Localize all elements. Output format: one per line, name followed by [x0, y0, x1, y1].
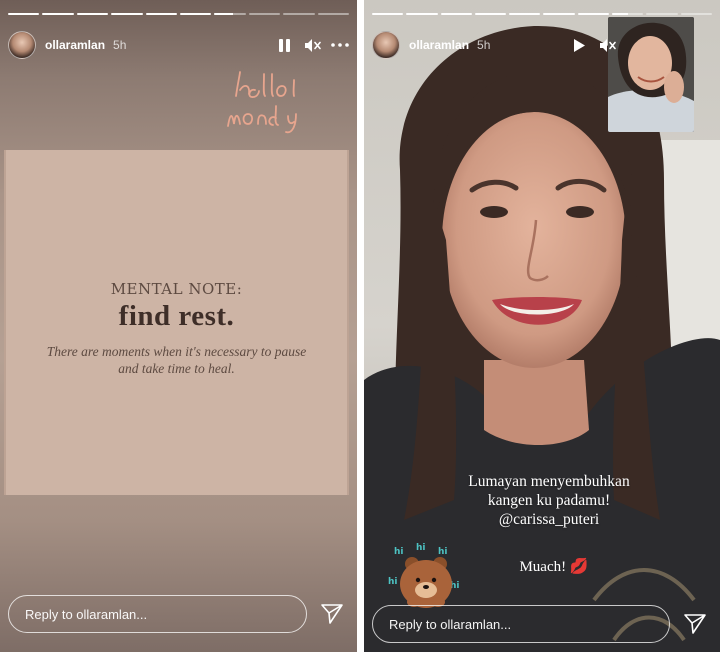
- caption-line: kangen ku padamu!: [487, 492, 611, 509]
- story-progress: [8, 13, 350, 15]
- progress-segment: [612, 13, 644, 15]
- progress-fill: [145, 13, 178, 15]
- hello-monday-sticker: [227, 71, 297, 134]
- progress-segment: [42, 13, 74, 15]
- progress-fill: [76, 13, 109, 15]
- progress-segment: [646, 13, 678, 15]
- more-icon[interactable]: [331, 36, 349, 54]
- story-controls: [570, 36, 616, 54]
- send-icon[interactable]: [315, 597, 349, 631]
- avatar[interactable]: [372, 31, 400, 59]
- mention-link[interactable]: @carissa_puteri: [499, 510, 599, 529]
- progress-segment: [543, 13, 575, 15]
- username[interactable]: ollaramlan: [409, 38, 469, 52]
- progress-fill: [372, 13, 404, 15]
- svg-text:hi: hi: [394, 547, 404, 557]
- story-caption: Lumayan menyembuhkan kangen ku padamu! @…: [424, 472, 674, 529]
- reply-input[interactable]: [372, 605, 670, 643]
- progress-fill: [509, 13, 541, 15]
- progress-segment: [214, 13, 246, 15]
- story-left[interactable]: ollaramlan 5h MENTAL NOTE: find rest. Th…: [0, 0, 357, 652]
- speaker-muted-icon[interactable]: [598, 36, 616, 54]
- svg-text:hi: hi: [388, 577, 398, 587]
- progress-segment: [76, 13, 109, 15]
- story-header: ollaramlan 5h: [372, 28, 712, 62]
- progress-fill: [440, 13, 472, 15]
- avatar[interactable]: [8, 31, 36, 59]
- card-kicker: MENTAL NOTE:: [110, 280, 243, 298]
- progress-segment: [440, 13, 472, 15]
- story-right[interactable]: ollaramlan 5h Lumayan menyembuhkan kange…: [364, 0, 720, 652]
- card-note: There are moments when it's necessary to…: [46, 344, 307, 376]
- speaker-muted-icon[interactable]: [303, 36, 321, 54]
- stories-viewer: ollaramlan 5h MENTAL NOTE: find rest. Th…: [0, 0, 720, 652]
- card-headline: find rest.: [118, 300, 235, 332]
- kiss-icon: 💋: [569, 559, 589, 575]
- story-header: ollaramlan 5h: [8, 28, 349, 62]
- reply-bar: [8, 594, 349, 634]
- progress-fill: [8, 13, 40, 15]
- progress-fill: [180, 13, 212, 15]
- progress-fill: [612, 13, 628, 15]
- progress-fill: [111, 13, 143, 15]
- progress-segment: [406, 13, 438, 15]
- progress-segment: [577, 13, 610, 15]
- muach-label: Muach!: [519, 559, 567, 575]
- post-time: 5h: [477, 38, 491, 52]
- svg-text:hi: hi: [416, 543, 426, 553]
- progress-segment: [283, 13, 315, 15]
- send-icon[interactable]: [678, 607, 712, 641]
- story-controls: [275, 36, 349, 54]
- play-icon[interactable]: [570, 36, 588, 54]
- username[interactable]: ollaramlan: [45, 38, 105, 52]
- progress-fill: [214, 13, 234, 15]
- progress-segment: [372, 13, 404, 15]
- caption-line: Lumayan menyembuhkan: [468, 473, 630, 490]
- reply-input[interactable]: [8, 595, 307, 633]
- progress-fill: [577, 13, 610, 15]
- progress-fill: [474, 13, 507, 15]
- mental-note-card: MENTAL NOTE: find rest. There are moment…: [4, 150, 349, 495]
- pause-icon[interactable]: [275, 36, 293, 54]
- progress-segment: [8, 13, 40, 15]
- progress-segment: [180, 13, 212, 15]
- progress-segment: [248, 13, 281, 15]
- progress-segment: [509, 13, 541, 15]
- progress-segment: [317, 13, 350, 15]
- story-progress: [372, 13, 712, 15]
- reply-bar: [372, 604, 712, 644]
- progress-fill: [42, 13, 74, 15]
- progress-fill: [543, 13, 575, 15]
- muach-text: Muach! 💋: [504, 557, 604, 576]
- progress-segment: [111, 13, 143, 15]
- progress-segment: [474, 13, 507, 15]
- post-time: 5h: [113, 38, 127, 52]
- progress-segment: [145, 13, 178, 15]
- progress-segment: [680, 13, 712, 15]
- progress-fill: [406, 13, 438, 15]
- svg-text:hi: hi: [438, 547, 448, 557]
